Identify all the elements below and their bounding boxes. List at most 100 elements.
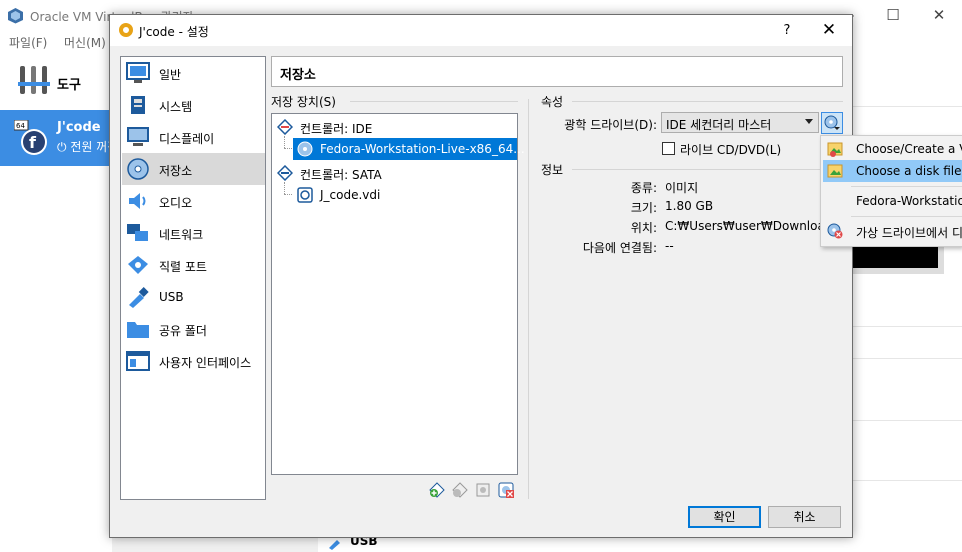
info-line bbox=[572, 169, 843, 170]
category-label: 시스템 bbox=[159, 100, 193, 114]
menu-item-label: Choose/Create a Virtual Optical Disk... bbox=[856, 142, 962, 156]
add-controller-icon[interactable] bbox=[428, 481, 446, 499]
page-title-box: 저장소 bbox=[271, 56, 843, 87]
category-system[interactable]: 시스템 bbox=[122, 89, 265, 121]
tree-connector bbox=[284, 194, 292, 195]
tree-ide-controller[interactable]: 컨트롤러: IDE bbox=[273, 116, 516, 138]
svg-text:f: f bbox=[29, 133, 37, 152]
chevron-down-icon bbox=[805, 119, 813, 124]
menu-item-create-optical-disk[interactable]: Choose/Create a Virtual Optical Disk... bbox=[823, 138, 962, 160]
info-attached-label: 다음에 연결됨: bbox=[582, 241, 657, 255]
info-location-label: 위치: bbox=[630, 221, 657, 235]
category-label: 공유 폴더 bbox=[159, 324, 207, 338]
category-network[interactable]: 네트워크 bbox=[122, 217, 265, 249]
usb-section-icon bbox=[329, 540, 340, 550]
remove-controller-icon[interactable] bbox=[451, 481, 469, 499]
category-display[interactable]: 디스플레이 bbox=[122, 121, 265, 153]
attributes-line bbox=[572, 101, 843, 102]
storage-devices-line bbox=[350, 101, 518, 102]
general-icon bbox=[126, 62, 150, 83]
info-location-value: C:₩Users₩user₩Downloads bbox=[665, 219, 821, 233]
choose-disk-icon bbox=[827, 164, 843, 178]
menu-item-choose-disk-file[interactable]: Choose a disk file... bbox=[823, 160, 962, 182]
ide-controller-label: 컨트롤러: IDE bbox=[300, 122, 373, 136]
optical-disc-menu-icon bbox=[824, 115, 840, 130]
category-label: 저장소 bbox=[159, 164, 193, 178]
category-usb[interactable]: USB bbox=[122, 281, 265, 313]
hard-disk-icon bbox=[297, 187, 313, 203]
display-icon bbox=[127, 127, 149, 146]
menu-item-recent-iso[interactable]: Fedora-Workstation-Live-x86_64.iso bbox=[823, 190, 962, 212]
category-label: 오디오 bbox=[159, 196, 193, 210]
dialog-title: J'code - 설정 bbox=[139, 25, 209, 39]
menu-file[interactable]: 파일(F) bbox=[9, 34, 47, 51]
settings-dialog: J'code - 설정 ? ✕ 일반 시스템 디스플레이 저장소 오디오 네트워… bbox=[109, 14, 853, 538]
info-label: 정보 bbox=[541, 163, 564, 177]
dialog-titlebar: J'code - 설정 ? ✕ bbox=[110, 15, 852, 46]
sata-controller-label: 컨트롤러: SATA bbox=[300, 168, 382, 182]
category-label: 디스플레이 bbox=[159, 132, 215, 146]
info-size-label: 크기: bbox=[630, 201, 657, 215]
usb-icon bbox=[129, 287, 149, 308]
shared-folder-icon bbox=[127, 322, 149, 338]
storage-devices-label: 저장 장치(S) bbox=[271, 95, 336, 109]
cancel-button[interactable]: 취소 bbox=[768, 506, 841, 528]
remove-disk-icon bbox=[827, 223, 843, 239]
manager-detail-bottom bbox=[318, 536, 852, 552]
svg-text:64: 64 bbox=[16, 122, 25, 130]
menu-machine[interactable]: 머신(M) bbox=[64, 34, 106, 51]
page-title: 저장소 bbox=[280, 68, 316, 83]
maximize-button[interactable]: ☐ bbox=[870, 0, 916, 30]
network-icon bbox=[127, 224, 148, 241]
dialog-close-button[interactable]: ✕ bbox=[806, 15, 852, 46]
tools-row[interactable]: 도구 bbox=[0, 56, 112, 106]
menu-item-label: Fedora-Workstation-Live-x86_64.iso bbox=[856, 194, 962, 208]
splitter[interactable] bbox=[528, 99, 529, 499]
vm-name: J'code bbox=[57, 120, 101, 135]
info-type-value: 이미지 bbox=[665, 181, 699, 195]
vm-list-item[interactable]: 64 f J'code ⏻ 전원 꺼짐 bbox=[0, 110, 118, 166]
remove-attachment-icon[interactable] bbox=[497, 481, 515, 499]
category-audio[interactable]: 오디오 bbox=[122, 185, 265, 217]
menu-separator bbox=[851, 186, 962, 187]
info-attached-value: -- bbox=[665, 239, 674, 253]
add-attachment-icon[interactable] bbox=[474, 481, 492, 499]
category-serial-port[interactable]: 직렬 포트 bbox=[122, 249, 265, 281]
ide-item-label: Fedora-Workstation-Live-x86_64... bbox=[320, 142, 525, 156]
sata-controller-icon bbox=[277, 165, 293, 181]
menu-item-remove-disk[interactable]: 가상 드라이브에서 디스크 꺼내기 bbox=[823, 220, 962, 242]
ide-controller-icon bbox=[277, 119, 293, 135]
info-size-value: 1.80 GB bbox=[665, 199, 714, 213]
optical-disk-popup-menu: Choose/Create a Virtual Optical Disk... … bbox=[820, 135, 962, 247]
tree-connector bbox=[284, 182, 285, 194]
tree-sata-item[interactable]: J_code.vdi bbox=[293, 184, 517, 206]
tools-label: 도구 bbox=[57, 78, 81, 93]
storage-tree: 컨트롤러: IDE Fedora-Workstation-Live-x86_64… bbox=[271, 113, 525, 475]
audio-icon bbox=[129, 193, 146, 209]
ok-button[interactable]: 확인 bbox=[688, 506, 761, 528]
optical-drive-label: 광학 드라이브(D): bbox=[564, 118, 657, 132]
choose-disk-button[interactable] bbox=[821, 112, 843, 134]
user-interface-icon bbox=[126, 351, 150, 371]
manager-close-button[interactable]: ✕ bbox=[916, 0, 962, 30]
category-storage[interactable]: 저장소 bbox=[122, 153, 265, 185]
tree-ide-item[interactable]: Fedora-Workstation-Live-x86_64... bbox=[293, 138, 525, 160]
fedora-vm-icon: 64 f bbox=[14, 120, 47, 155]
tree-sata-controller[interactable]: 컨트롤러: SATA bbox=[273, 162, 516, 184]
category-shared-folders[interactable]: 공유 폴더 bbox=[122, 313, 265, 345]
optical-drive-select[interactable]: IDE 세컨더리 마스터 bbox=[661, 112, 819, 133]
sata-item-label: J_code.vdi bbox=[320, 188, 381, 202]
info-type-label: 종류: bbox=[630, 181, 657, 195]
attributes-label: 속성 bbox=[541, 95, 564, 109]
settings-category-list: 일반 시스템 디스플레이 저장소 오디오 네트워크 직렬 포트 USB 공유 폴… bbox=[120, 56, 266, 500]
optical-drive-value: IDE 세컨더리 마스터 bbox=[666, 118, 772, 132]
live-cd-label[interactable]: 라이브 CD/DVD(L) bbox=[680, 141, 781, 158]
category-user-interface[interactable]: 사용자 인터페이스 bbox=[122, 345, 265, 377]
manager-detail-pane bbox=[852, 52, 962, 552]
live-cd-checkbox[interactable] bbox=[662, 142, 675, 155]
category-general[interactable]: 일반 bbox=[122, 57, 265, 89]
tools-icon bbox=[18, 66, 50, 94]
optical-disc-icon bbox=[297, 141, 313, 157]
help-button[interactable]: ? bbox=[764, 15, 810, 46]
menu-separator bbox=[851, 216, 962, 217]
